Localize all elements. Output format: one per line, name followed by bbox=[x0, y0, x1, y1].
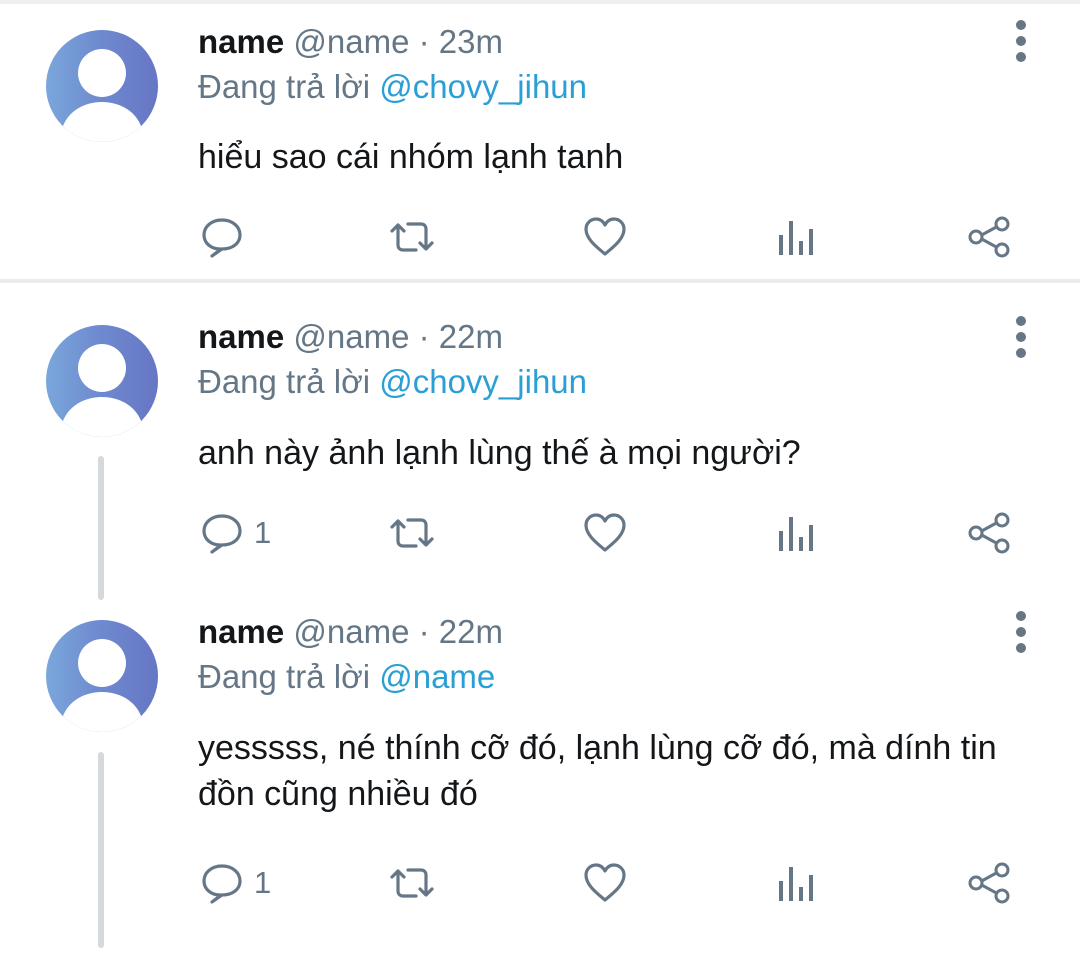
analytics-button[interactable] bbox=[776, 212, 816, 262]
like-button[interactable] bbox=[582, 212, 628, 262]
analytics-icon bbox=[779, 221, 813, 255]
action-bar bbox=[0, 212, 1080, 262]
reply-count: 1 bbox=[254, 865, 272, 900]
retweet-icon bbox=[390, 868, 434, 898]
handle[interactable]: @name bbox=[293, 23, 409, 60]
tweet-header: name @name · 22m bbox=[198, 317, 503, 357]
retweet-icon bbox=[390, 222, 434, 252]
top-separator bbox=[0, 0, 1080, 4]
avatar[interactable] bbox=[46, 30, 158, 142]
tweet-text: hiểu sao cái nhóm lạnh tanh bbox=[198, 138, 624, 176]
reply-context: Đang trả lời @chovy_jihun bbox=[198, 67, 587, 107]
reply-context: Đang trả lời @chovy_jihun bbox=[198, 362, 587, 402]
share-button[interactable] bbox=[966, 858, 1012, 908]
heart-icon bbox=[584, 217, 626, 256]
reply-prefix: Đang trả lời bbox=[198, 363, 371, 400]
reply-button[interactable] bbox=[200, 212, 254, 262]
reply-mention-link[interactable]: @chovy_jihun bbox=[379, 363, 587, 400]
avatar[interactable] bbox=[46, 325, 158, 437]
display-name[interactable]: name bbox=[198, 318, 284, 355]
retweet-button[interactable] bbox=[386, 858, 438, 908]
separator-dot: · bbox=[418, 318, 430, 355]
reply-prefix: Đang trả lời bbox=[198, 68, 371, 105]
display-name[interactable]: name bbox=[198, 23, 284, 60]
reply-button[interactable]: 1 bbox=[200, 508, 271, 558]
share-icon bbox=[968, 512, 1010, 554]
more-vertical-icon[interactable] bbox=[1008, 316, 1034, 360]
thread-connector bbox=[98, 752, 104, 948]
timestamp[interactable]: 22m bbox=[439, 318, 503, 355]
reply-prefix: Đang trả lời bbox=[198, 658, 371, 695]
reply-button[interactable]: 1 bbox=[200, 858, 271, 908]
retweet-icon bbox=[390, 518, 434, 548]
heart-icon bbox=[584, 863, 626, 902]
avatar[interactable] bbox=[46, 620, 158, 732]
reply-mention-link[interactable]: @name bbox=[379, 658, 495, 695]
reply-mention-link[interactable]: @chovy_jihun bbox=[379, 68, 587, 105]
tweet-text: yesssss, né thính cỡ đó, lạnh lùng cỡ đó… bbox=[198, 729, 997, 813]
reply-context: Đang trả lời @name bbox=[198, 657, 495, 697]
analytics-button[interactable] bbox=[776, 858, 816, 908]
tweet-divider bbox=[0, 279, 1080, 283]
retweet-button[interactable] bbox=[386, 508, 438, 558]
tweet-text: anh này ảnh lạnh lùng thế à mọi người? bbox=[198, 434, 801, 472]
default-user-icon bbox=[60, 344, 144, 437]
reply-count: 1 bbox=[254, 515, 272, 550]
share-button[interactable] bbox=[966, 212, 1012, 262]
default-user-icon bbox=[60, 639, 144, 732]
timestamp[interactable]: 23m bbox=[439, 23, 503, 60]
share-button[interactable] bbox=[966, 508, 1012, 558]
handle[interactable]: @name bbox=[293, 318, 409, 355]
more-vertical-icon[interactable] bbox=[1008, 20, 1034, 64]
comment-icon bbox=[202, 218, 242, 258]
retweet-button[interactable] bbox=[386, 212, 438, 262]
separator-dot: · bbox=[418, 23, 430, 60]
analytics-icon bbox=[779, 867, 813, 901]
more-vertical-icon[interactable] bbox=[1008, 611, 1034, 655]
share-icon bbox=[968, 862, 1010, 904]
comment-icon bbox=[202, 514, 242, 554]
default-user-icon bbox=[60, 49, 144, 142]
tweet-header: name @name · 22m bbox=[198, 612, 503, 652]
share-icon bbox=[968, 216, 1010, 258]
display-name[interactable]: name bbox=[198, 613, 284, 650]
timestamp[interactable]: 22m bbox=[439, 613, 503, 650]
action-bar: 1 bbox=[0, 508, 1080, 558]
comment-icon bbox=[202, 864, 242, 904]
heart-icon bbox=[584, 513, 626, 552]
like-button[interactable] bbox=[582, 508, 628, 558]
analytics-icon bbox=[779, 517, 813, 551]
like-button[interactable] bbox=[582, 858, 628, 908]
handle[interactable]: @name bbox=[293, 613, 409, 650]
analytics-button[interactable] bbox=[776, 508, 816, 558]
separator-dot: · bbox=[418, 613, 430, 650]
action-bar: 1 bbox=[0, 858, 1080, 908]
tweet-header: name @name · 23m bbox=[198, 22, 503, 62]
